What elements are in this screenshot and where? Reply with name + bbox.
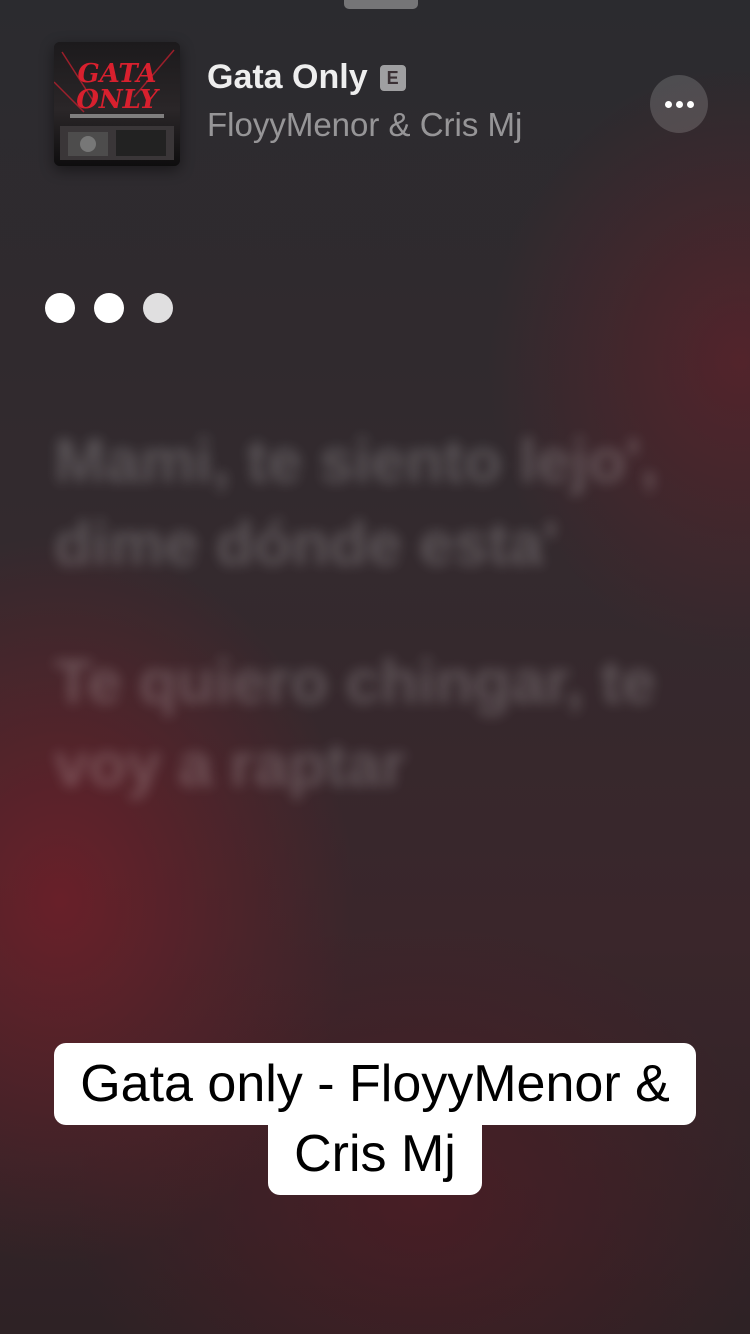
svg-text:ONLY: ONLY <box>76 85 160 115</box>
ellipsis-icon-dot <box>664 100 672 108</box>
lyrics-panel[interactable]: Mami, te siento lejo', dime dónde esta' … <box>54 420 674 862</box>
album-artwork[interactable]: GATA ONLY <box>54 42 180 166</box>
lyrics-waiting-indicator <box>45 293 173 323</box>
song-title[interactable]: Gata Only E <box>207 58 406 97</box>
lyric-line[interactable]: Mami, te siento lejo', dime dónde esta' <box>54 420 674 586</box>
waiting-dot <box>143 293 173 323</box>
song-artist[interactable]: FloyyMenor & Cris Mj <box>207 106 522 144</box>
caption-text: Gata only - FloyyMenor & Cris Mj <box>54 1043 696 1195</box>
waiting-dot <box>45 293 75 323</box>
waiting-dot <box>94 293 124 323</box>
ellipsis-icon-dot <box>686 100 694 108</box>
video-caption: Gata only - FloyyMenor & Cris Mj <box>0 1043 750 1195</box>
sheet-grabber-handle[interactable] <box>344 0 418 9</box>
ellipsis-icon-dot <box>675 100 683 108</box>
song-title-text: Gata Only <box>207 58 368 96</box>
more-options-button[interactable] <box>650 75 708 133</box>
lyric-line[interactable]: Te quiero chingar, te voy a raptar <box>54 641 674 807</box>
explicit-badge: E <box>379 64 406 91</box>
album-artwork-image: GATA ONLY <box>54 42 180 166</box>
